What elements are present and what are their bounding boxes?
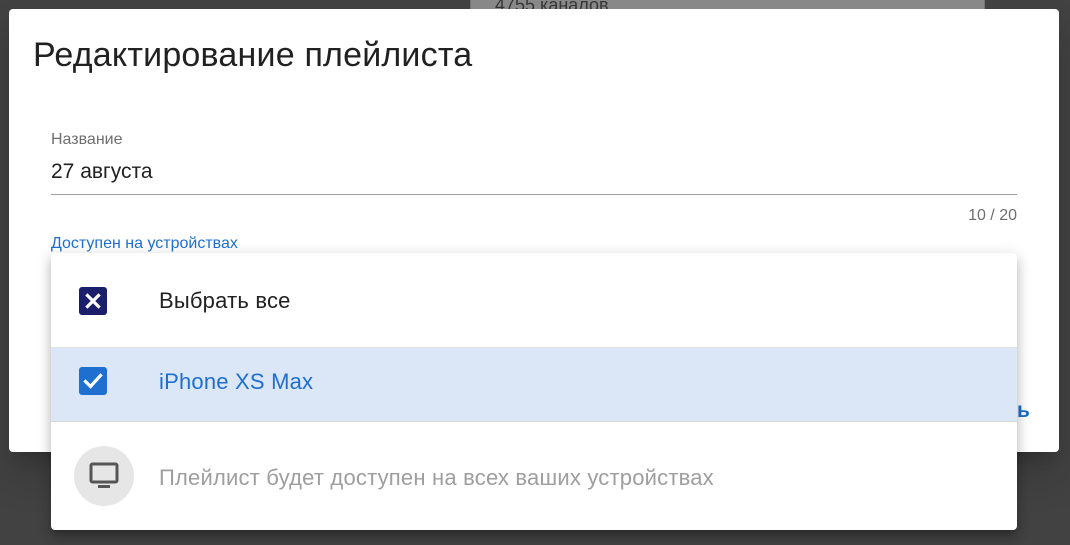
select-all-option[interactable]: Выбрать все bbox=[51, 253, 1017, 348]
select-all-label: Выбрать все bbox=[159, 288, 291, 313]
dialog-title: Редактирование плейлиста bbox=[33, 36, 473, 74]
devices-dropdown-menu: Выбрать все iPhone XS Max Плейлист будет… bbox=[51, 253, 1017, 530]
devices-info-note: Плейлист будет доступен на всех ваших ус… bbox=[51, 422, 1017, 530]
name-input[interactable] bbox=[51, 157, 1017, 187]
name-field-underline bbox=[51, 194, 1017, 195]
name-field-label: Название bbox=[51, 131, 123, 148]
devices-select-label[interactable]: Доступен на устройствах bbox=[51, 235, 238, 253]
name-char-counter: 10 / 20 bbox=[968, 207, 1017, 224]
info-text: Плейлист будет доступен на всех ваших ус… bbox=[159, 465, 714, 490]
save-button[interactable]: ь bbox=[1017, 399, 1030, 423]
tv-icon bbox=[74, 446, 134, 506]
checkbox-checked-icon[interactable] bbox=[79, 367, 107, 395]
device-label: iPhone XS Max bbox=[159, 369, 314, 394]
device-option-iphone[interactable]: iPhone XS Max bbox=[51, 348, 1017, 422]
close-box-icon[interactable] bbox=[79, 287, 107, 315]
